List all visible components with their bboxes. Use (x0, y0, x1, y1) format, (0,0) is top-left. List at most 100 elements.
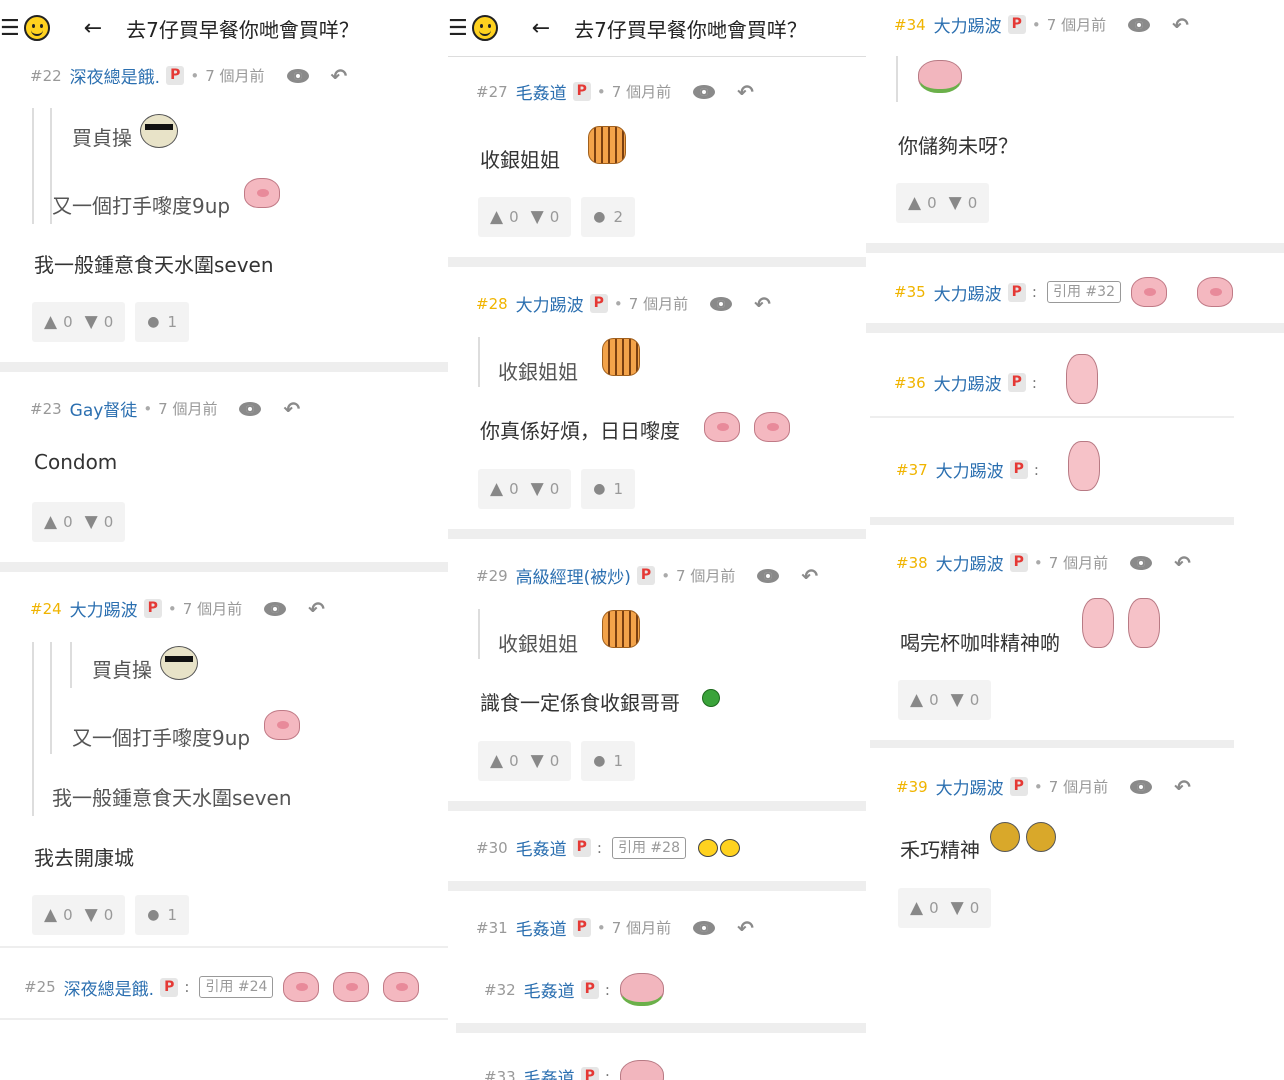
post-number[interactable]: #36 (894, 374, 926, 392)
upvote-icon[interactable]: ▲ (44, 905, 57, 925)
comment-button[interactable]: ● 1 (581, 469, 636, 509)
upvote-icon[interactable]: ▲ (908, 193, 921, 213)
upvote-icon[interactable]: ▲ (44, 512, 57, 532)
reply-icon[interactable]: ↶ (283, 397, 300, 421)
quote-tag[interactable]: 引用 #28 (611, 836, 686, 859)
post-number[interactable]: #32 (484, 981, 516, 999)
post-number[interactable]: #27 (476, 83, 508, 101)
vote-bar: ▲ 0 ▼ 0 ● 1 (32, 302, 190, 342)
post-number[interactable]: #22 (30, 67, 62, 85)
post-number[interactable]: #39 (896, 778, 928, 796)
downvote-icon[interactable]: ▼ (531, 479, 544, 499)
post-body: 我去開康城 (34, 846, 134, 870)
post-number[interactable]: #37 (896, 461, 928, 479)
post-number[interactable]: #35 (894, 283, 926, 301)
back-arrow-icon[interactable]: ← (532, 16, 550, 41)
username[interactable]: 毛姦道 (516, 915, 567, 940)
eye-icon[interactable] (1130, 555, 1153, 570)
eye-icon[interactable] (239, 401, 262, 416)
emoji-sticker-icon (1066, 354, 1098, 404)
upvote-icon[interactable]: ▲ (490, 479, 503, 499)
reply-icon[interactable]: ↶ (754, 292, 771, 316)
comment-button[interactable]: ● 2 (581, 197, 636, 237)
divider (448, 881, 866, 891)
eye-icon[interactable] (264, 601, 287, 616)
eye-icon[interactable] (693, 920, 716, 935)
username[interactable]: 大力踢波 (70, 596, 138, 621)
downvote-icon[interactable]: ▼ (951, 690, 964, 710)
username[interactable]: 深夜總是餓. (70, 63, 160, 88)
thread-title: 去7仔買早餐你哋會買咩？ (574, 17, 807, 42)
hamburger-icon[interactable]: ☰ (448, 16, 468, 41)
post-number[interactable]: #34 (894, 16, 926, 34)
smiley-icon[interactable] (471, 15, 498, 41)
reply-icon[interactable]: ↶ (737, 80, 754, 104)
reply-icon[interactable]: ↶ (1172, 13, 1189, 37)
timestamp: 7 個月前 (182, 600, 243, 618)
post-number[interactable]: #28 (476, 295, 508, 313)
upvote-icon[interactable]: ▲ (490, 207, 503, 227)
smiley-icon[interactable] (23, 15, 50, 41)
username[interactable]: 大力踢波 (934, 370, 1002, 395)
downvote-icon[interactable]: ▼ (531, 751, 544, 771)
downvote-icon[interactable]: ▼ (85, 905, 98, 925)
reply-icon[interactable]: ↶ (801, 564, 818, 588)
post-number[interactable]: #30 (476, 839, 508, 857)
eye-icon[interactable] (693, 84, 716, 99)
username[interactable]: 毛姦道 (516, 835, 567, 860)
comment-button[interactable]: ● 1 (135, 895, 190, 935)
divider (870, 416, 1234, 418)
post-number[interactable]: #31 (476, 919, 508, 937)
upvote-icon[interactable]: ▲ (910, 898, 923, 918)
reply-icon[interactable]: ↶ (737, 916, 754, 940)
reply-icon[interactable]: ↶ (1174, 551, 1191, 575)
downvote-icon[interactable]: ▼ (85, 512, 98, 532)
post-number[interactable]: #25 (24, 978, 56, 996)
post-number[interactable]: #24 (30, 600, 62, 618)
eye-icon[interactable] (1128, 17, 1151, 32)
username[interactable]: 大力踢波 (934, 280, 1002, 305)
post-number[interactable]: #23 (30, 400, 62, 418)
hamburger-icon[interactable]: ☰ (0, 16, 20, 41)
username[interactable]: 毛姦道 (524, 1064, 575, 1080)
username[interactable]: 毛姦道 (516, 79, 567, 104)
post-number[interactable]: #29 (476, 567, 508, 585)
reply-icon[interactable]: ↶ (1174, 775, 1191, 799)
divider (866, 243, 1284, 253)
comment-button[interactable]: ● 1 (135, 302, 190, 342)
post-number[interactable]: #38 (896, 554, 928, 572)
username[interactable]: 大力踢波 (516, 291, 584, 316)
username[interactable]: 大力踢波 (936, 774, 1004, 799)
downvote-icon[interactable]: ▼ (951, 898, 964, 918)
username[interactable]: Gay督徒 (70, 396, 138, 421)
downvote-icon[interactable]: ▼ (949, 193, 962, 213)
downvote-icon[interactable]: ▼ (85, 312, 98, 332)
eye-icon[interactable] (710, 296, 733, 311)
quote-tag[interactable]: 引用 #24 (199, 976, 274, 998)
downvote-icon[interactable]: ▼ (531, 207, 544, 227)
upvote-icon[interactable]: ▲ (490, 751, 503, 771)
eye-icon[interactable] (286, 68, 309, 83)
quote-text: 收銀姐姐 (498, 632, 578, 656)
username[interactable]: 大力踢波 (936, 550, 1004, 575)
eye-icon[interactable] (757, 568, 780, 583)
upvote-icon[interactable]: ▲ (44, 312, 57, 332)
username[interactable]: 大力踢波 (936, 457, 1004, 482)
username[interactable]: 大力踢波 (934, 12, 1002, 37)
badge: P (589, 294, 608, 313)
eye-icon[interactable] (1130, 779, 1153, 794)
reply-icon[interactable]: ↶ (308, 597, 325, 621)
reply-icon[interactable]: ↶ (331, 64, 348, 88)
badge: P (572, 82, 591, 101)
back-arrow-icon[interactable]: ← (84, 16, 102, 41)
quote-tag[interactable]: 引用 #32 (1046, 281, 1121, 303)
username[interactable]: 毛姦道 (524, 977, 575, 1002)
post-meta: #37 大力踢波 P : (896, 457, 1049, 482)
comment-button[interactable]: ● 1 (581, 741, 636, 781)
emoji-sticker-icon (160, 646, 198, 680)
upvote-icon[interactable]: ▲ (910, 690, 923, 710)
username[interactable]: 深夜總是餓. (64, 975, 154, 1000)
emoji-sticker-icon (588, 126, 626, 164)
post-number[interactable]: #33 (484, 1068, 516, 1080)
username[interactable]: 高級經理(被炒) (516, 563, 631, 588)
